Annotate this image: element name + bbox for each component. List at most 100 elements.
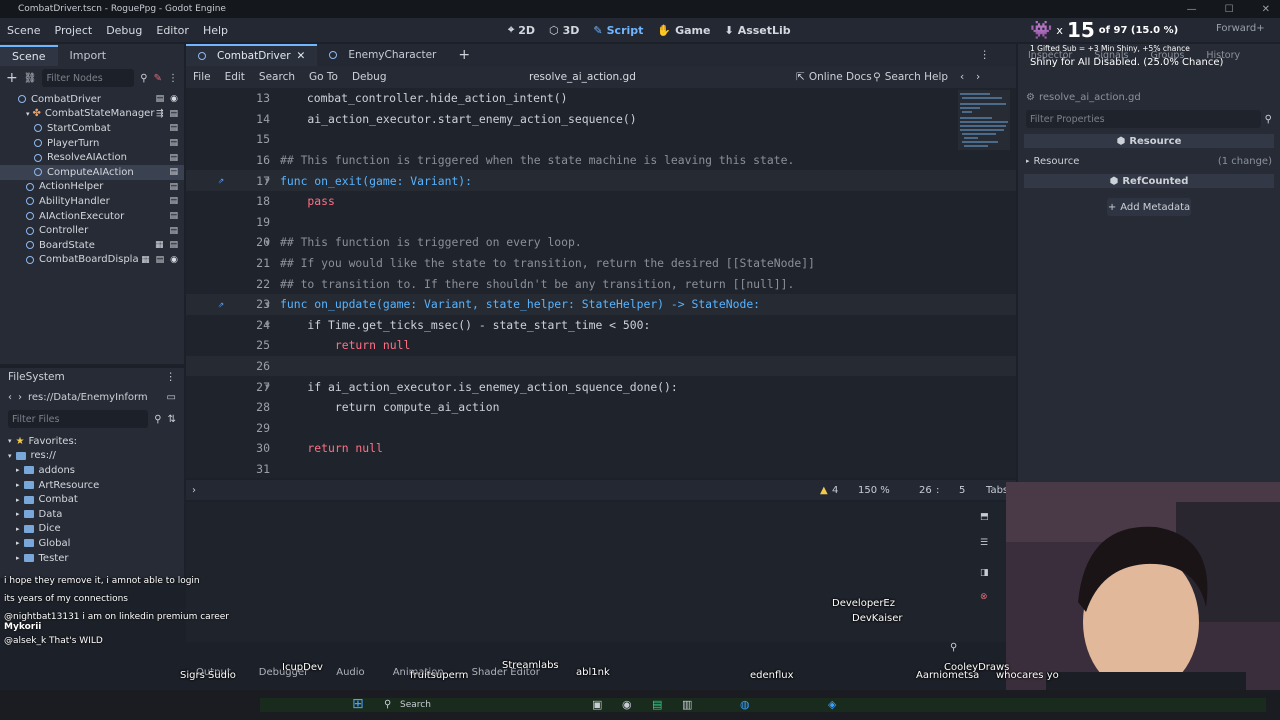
pin-icon[interactable]: ⬒ (980, 512, 989, 522)
script-menu-goto[interactable]: Go To (302, 71, 345, 83)
folder-row[interactable]: ▸ Global (0, 536, 184, 551)
menu-project[interactable]: Project (48, 24, 100, 37)
filter-files-input[interactable]: Filter Files (8, 410, 149, 428)
mode-3d[interactable]: ⬡ 3D (549, 23, 579, 37)
expand-icon[interactable]: ▸ (16, 466, 20, 474)
back-icon[interactable]: ‹ (960, 71, 964, 83)
collapse-icon[interactable]: ▾ (8, 452, 12, 460)
app-icon[interactable]: ▥ (682, 698, 692, 711)
add-tab-icon[interactable]: + (448, 47, 480, 63)
search-icon[interactable]: ⚲ (1265, 114, 1272, 125)
script-icon[interactable]: ▤ (156, 255, 165, 265)
warning-count[interactable]: 4 (832, 485, 838, 496)
tab-audio[interactable]: Audio (336, 667, 364, 678)
warning-icon[interactable]: ▲ (820, 485, 828, 496)
tree-node[interactable]: CombatBoardDispla ▦ ▤ ◉ (0, 253, 184, 268)
search-help-button[interactable]: ⚲ Search Help (873, 71, 948, 83)
root-row[interactable]: ▾ res:// (0, 449, 184, 464)
folder-row[interactable]: ▸ Tester (0, 551, 184, 566)
windows-start-icon[interactable]: ⊞ (352, 696, 364, 712)
expand-icon[interactable]: ▸ (16, 481, 20, 489)
menu-icon[interactable]: ⋮ (166, 371, 177, 383)
visibility-icon[interactable]: ◉ (170, 255, 178, 265)
mode-script[interactable]: ✎ Script (593, 23, 643, 37)
menu-scene[interactable]: Scene (0, 24, 48, 37)
fold-icon[interactable]: ▼ (265, 382, 270, 391)
filter-nodes-input[interactable]: Filter Nodes (42, 69, 135, 87)
toggle-panel-icon[interactable]: › (192, 485, 196, 496)
expand-icon[interactable]: ▸ (16, 496, 20, 504)
filter-properties-input[interactable]: Filter Properties (1026, 110, 1261, 128)
mode-assetlib[interactable]: ⬇ AssetLib (724, 23, 790, 37)
script-attach-icon[interactable]: ✎ (154, 73, 162, 84)
sort-icon[interactable]: ⇅ (168, 414, 176, 425)
collapse-icon[interactable]: ▾ (8, 437, 12, 445)
script-menu-search[interactable]: Search (252, 71, 302, 83)
back-icon[interactable]: ‹ (8, 392, 12, 403)
expand-icon[interactable]: ▸ (16, 539, 20, 547)
tree-node[interactable]: BoardState ▦ ▤ (0, 238, 184, 253)
code-editor[interactable]: 13 combat_controller.hide_action_intent(… (186, 88, 1016, 478)
tree-node[interactable]: ActionHelper ▤ (0, 180, 184, 195)
link-icon[interactable]: ⛓ (24, 73, 37, 84)
fold-icon[interactable]: ▼ (265, 320, 270, 329)
folder-row[interactable]: ▸ addons (0, 463, 184, 478)
menu-icon[interactable]: ⋮ (168, 73, 178, 84)
online-docs-button[interactable]: ⇱ Online Docs (796, 71, 872, 83)
script-icon[interactable]: ▤ (169, 109, 178, 119)
tab-import[interactable]: Import (58, 46, 119, 65)
folder-row[interactable]: ▸ Data (0, 507, 184, 522)
expand-icon[interactable]: ▸ (16, 525, 20, 533)
forward-icon[interactable]: › (976, 71, 980, 83)
mode-game[interactable]: ✋ Game (657, 23, 710, 37)
script-menu-debug[interactable]: Debug (345, 71, 394, 83)
add-metadata-button[interactable]: + Add Metadata (1107, 198, 1191, 216)
search-icon[interactable]: ⚲ (950, 642, 957, 653)
script-menu-file[interactable]: File (186, 71, 218, 83)
forward-icon[interactable]: › (18, 392, 22, 403)
collapse-icon[interactable]: ▾ (26, 110, 30, 118)
tree-node[interactable]: ▾ ✤ CombatStateManager ⇶ ▤ (0, 107, 184, 122)
tab-scene[interactable]: Scene (0, 44, 58, 66)
list-icon[interactable]: ☰ (980, 538, 988, 548)
script-icon[interactable]: ▤ (169, 123, 178, 133)
resource-section[interactable]: ▸ Resource (1 change) (1018, 152, 1280, 170)
fold-icon[interactable]: ▼ (265, 238, 270, 247)
folder-row[interactable]: ▸ Combat (0, 492, 184, 507)
script-icon[interactable]: ▤ (169, 182, 178, 192)
script-icon[interactable]: ▤ (169, 167, 178, 177)
app-icon[interactable]: ◉ (622, 698, 632, 711)
folder-row[interactable]: ▸ Dice (0, 522, 184, 537)
mode-2d[interactable]: ⌖ 2D (508, 23, 535, 37)
app-icon[interactable]: ▣ (592, 698, 602, 711)
zoom-level[interactable]: 150 % (858, 485, 890, 496)
tree-node-selected[interactable]: ComputeAIAction ▤ (0, 164, 184, 180)
search-icon[interactable]: ⚲ (140, 73, 147, 84)
script-menu-edit[interactable]: Edit (218, 71, 252, 83)
group-icon[interactable]: ▦ (155, 240, 164, 250)
tree-node[interactable]: AbilityHandler ▤ (0, 194, 184, 209)
scene-tab-combatdriver[interactable]: CombatDriver ✕ (186, 44, 318, 66)
path-field[interactable]: res://Data/EnemyInform (28, 392, 161, 403)
close-icon[interactable]: ✕ (1262, 4, 1270, 15)
expand-icon[interactable]: ▸ (16, 554, 20, 562)
folder-row[interactable]: ▸ ArtResource (0, 478, 184, 493)
favorites-row[interactable]: ▾ ★ Favorites: (0, 434, 184, 449)
code-minimap[interactable] (958, 90, 1010, 150)
fold-icon[interactable]: ▼ (265, 176, 270, 185)
error-filter-icon[interactable]: ◨ (980, 568, 989, 578)
group-icon[interactable]: ▦ (141, 255, 150, 265)
fold-icon[interactable]: ▼ (265, 300, 270, 309)
split-view-icon[interactable]: ▭ (167, 392, 176, 403)
script-icon[interactable]: ▤ (169, 196, 178, 206)
maximize-icon[interactable]: ☐ (1225, 4, 1234, 15)
search-icon[interactable]: ⚲ (384, 699, 391, 710)
menu-debug[interactable]: Debug (99, 24, 149, 37)
app-icon[interactable]: ▤ (652, 698, 662, 711)
menu-icon[interactable]: ⋮ (980, 49, 991, 61)
taskbar-search-label[interactable]: Search (400, 700, 431, 710)
close-icon[interactable]: ✕ (297, 50, 306, 62)
tree-node[interactable]: ResolveAIAction ▤ (0, 150, 184, 165)
tree-node[interactable]: AIActionExecutor ▤ (0, 209, 184, 224)
expand-icon[interactable]: ▸ (1026, 157, 1030, 165)
